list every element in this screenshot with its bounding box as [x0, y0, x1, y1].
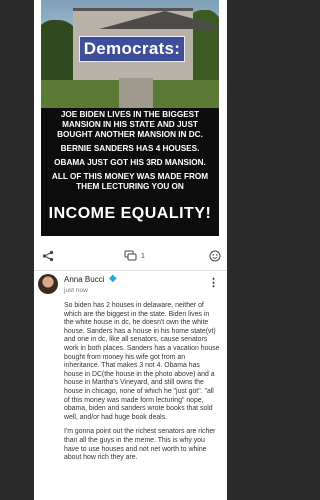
smiley-icon[interactable] [209, 250, 221, 265]
comment-paragraph: So biden has 2 houses in delaware, neith… [64, 302, 220, 421]
meme-text: JOE BIDEN LIVES IN THE BIGGEST MANSION I… [45, 110, 215, 196]
meme-line: ALL OF THIS MONEY WAS MADE FROM THEM LEC… [51, 172, 209, 191]
comment-author[interactable]: Anna Bucci [64, 275, 104, 284]
post-action-bar: 1 [34, 244, 227, 271]
meme-line: BERNIE SANDERS HAS 4 HOUSES. [60, 144, 200, 153]
meme-headline: Democrats: [79, 36, 185, 62]
share-icon[interactable] [42, 250, 54, 265]
comment-time: just now [64, 287, 88, 294]
comment-body: So biden has 2 houses in delaware, neith… [64, 302, 220, 469]
comment-count: 1 [141, 253, 145, 260]
steps [119, 78, 153, 108]
mansion-roof [99, 11, 219, 29]
post-card: Democrats: JOE BIDEN LIVES IN THE BIGGES… [34, 0, 227, 500]
meme-punchline: INCOME EQUALITY! [48, 205, 212, 222]
comment-icon[interactable] [124, 250, 137, 265]
diamond-icon: ◆ [109, 273, 117, 284]
more-options-icon[interactable]: ⋮ [208, 276, 219, 289]
meme-line: JOE BIDEN LIVES IN THE BIGGEST MANSION I… [57, 110, 203, 139]
meme-line: OBAMA JUST GOT HIS 3RD MANSION. [54, 158, 206, 167]
comment-paragraph: I'm gonna point out the richest senators… [64, 428, 216, 462]
avatar[interactable] [38, 274, 58, 294]
meme-image: Democrats: JOE BIDEN LIVES IN THE BIGGES… [41, 0, 219, 236]
